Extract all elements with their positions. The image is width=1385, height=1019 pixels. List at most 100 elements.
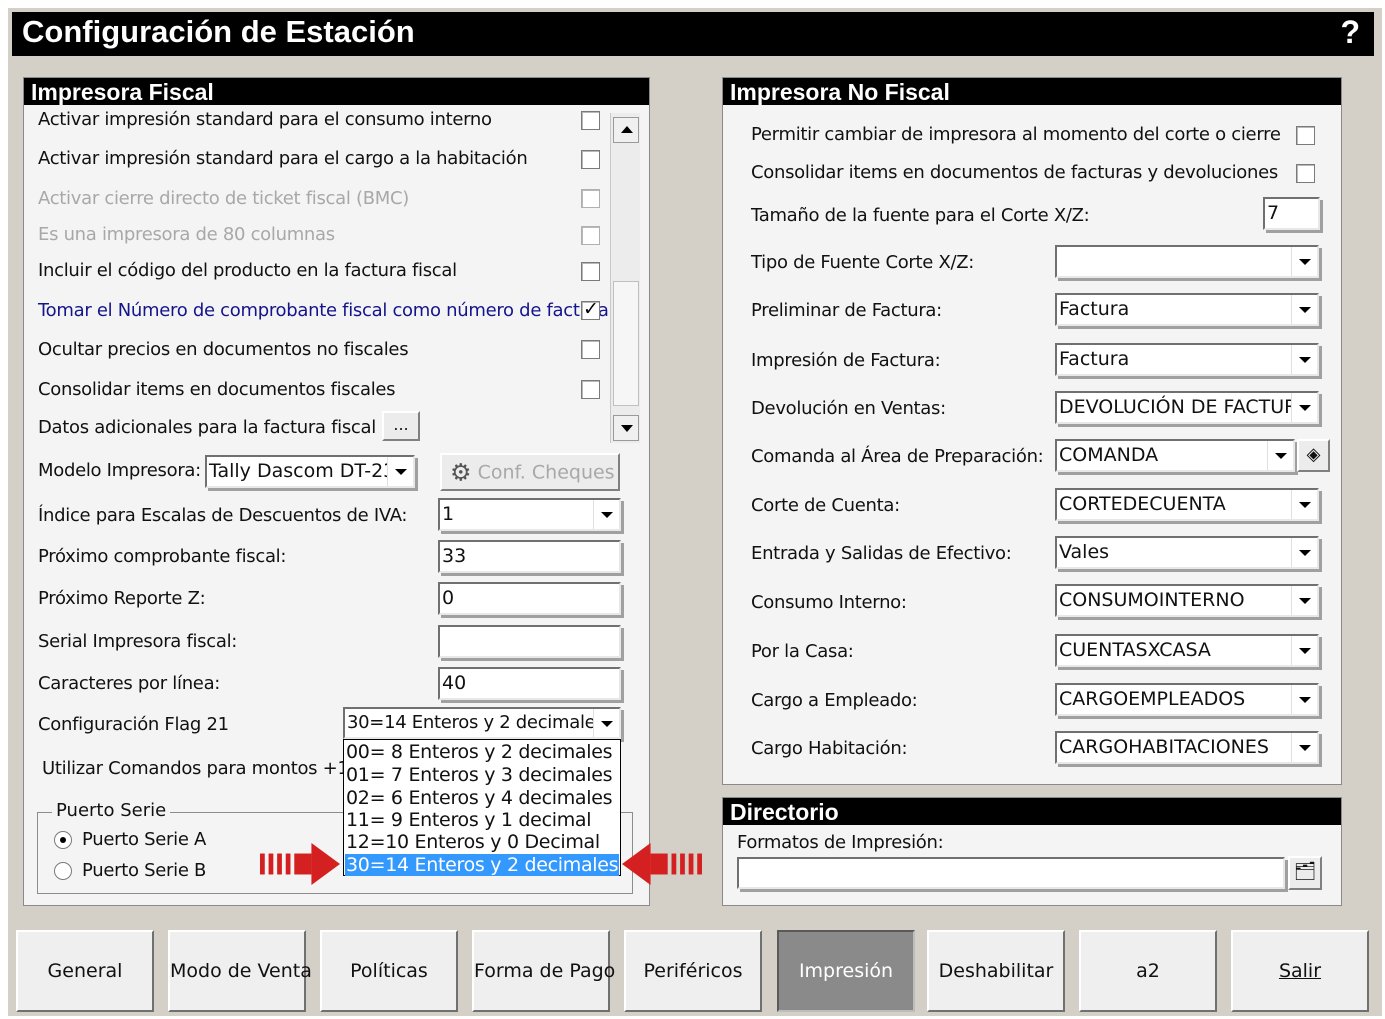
caracteres-linea-value: 40 [442,672,467,694]
consolidar-nofiscal-checkbox[interactable] [1296,164,1315,183]
chevron-down-icon[interactable] [1291,685,1317,714]
chevron-down-icon[interactable] [1291,295,1317,324]
consumo-interno-value: CONSUMOINTERNO [1059,589,1245,611]
chevron-down-icon[interactable] [1291,538,1317,567]
devolucion-ventas-select[interactable]: DEVOLUCIÓN DE FACTUR [1055,391,1319,424]
nonfiscal-printer-panel: Impresora No Fiscal [722,77,1342,785]
entrada-salidas-label: Entrada y Salidas de Efectivo: [751,543,1012,564]
chevron-down-icon[interactable] [1291,490,1317,519]
preliminar-factura-select[interactable]: Factura [1055,293,1319,326]
cargo-habitacion-label: Cargo Habitación: [751,738,908,759]
impresion-factura-value: Factura [1059,348,1130,370]
fiscal-list-scrollbar[interactable] [610,113,640,443]
chevron-down-icon[interactable] [1291,636,1317,665]
corte-cuenta-select[interactable]: CORTEDECUENTA [1055,488,1319,521]
tipo-fuente-select[interactable] [1055,245,1319,278]
tab-a2[interactable]: a2 [1079,930,1217,1012]
flag-option[interactable]: 00= 8 Enteros y 2 decimales [346,741,613,763]
cargo-habitacion-select[interactable]: CARGOHABITACIONES [1055,731,1319,764]
check-cargo-habitacion[interactable] [581,150,600,169]
radio-puerto-b[interactable] [54,862,72,880]
check-codigo-producto[interactable] [581,262,600,281]
flag-21-select[interactable]: 30=14 Enteros y 2 decimales [343,707,621,739]
flag-option[interactable]: 02= 6 Enteros y 4 decimales [346,787,613,809]
comanda-diamond-button[interactable]: ◈ [1297,439,1330,472]
check-numero-comprobante[interactable]: ✓ [581,298,600,320]
chevron-down-icon[interactable] [1267,441,1293,470]
flag-option[interactable]: 12=10 Enteros y 0 Decimal [346,831,600,853]
fiscal-options-list[interactable]: Activar impresión standard para el consu… [24,105,649,445]
tab-forma-de-pago[interactable]: Forma de Pago [472,930,615,1012]
chevron-down-icon[interactable] [1291,586,1317,615]
help-button[interactable]: ? [1340,14,1360,51]
preliminar-factura-label: Preliminar de Factura: [751,300,942,321]
flag-21-dropdown-list[interactable]: 00= 8 Enteros y 2 decimales 01= 7 Entero… [343,739,621,876]
indice-iva-select[interactable]: 1 [438,498,621,531]
check-label-80-columnas: Es una impresora de 80 columnas [38,224,335,245]
impresion-factura-select[interactable]: Factura [1055,343,1319,376]
flag-21-value: 30=14 Enteros y 2 decimales [347,712,605,733]
arrow-right-icon [260,843,340,885]
radio-puerto-a[interactable] [54,831,72,849]
tab-politicas[interactable]: Políticas [320,930,458,1012]
caracteres-linea-label: Caracteres por línea: [38,673,221,694]
chevron-down-icon[interactable] [1291,345,1317,374]
chevron-down-icon[interactable] [1291,247,1317,276]
comanda-select[interactable]: COMANDA [1055,439,1295,472]
font-size-value: 7 [1267,202,1280,224]
check-consumo-interno[interactable] [581,111,600,130]
diamond-arrow-icon: ◈ [1306,444,1321,465]
proximo-reporte-z-input[interactable]: 0 [438,582,621,615]
tab-general[interactable]: General [16,930,154,1012]
conf-cheques-button[interactable]: ⚙ Conf. Cheques [440,453,620,491]
por-la-casa-select[interactable]: CUENTASXCASA [1055,634,1319,667]
flag-21-label: Configuración Flag 21 [38,714,229,735]
scroll-up-icon[interactable] [613,117,639,143]
chevron-down-icon[interactable] [1291,393,1317,422]
proximo-comprobante-input[interactable]: 33 [438,540,621,573]
cargo-empleado-select[interactable]: CARGOEMPLEADOS [1055,683,1319,716]
tab-salir[interactable]: Salir [1231,930,1369,1012]
check-80-columnas[interactable] [581,226,600,245]
check-cierre-bmc[interactable] [581,189,600,208]
chevron-down-icon[interactable] [1291,733,1317,762]
flag-option[interactable]: 01= 7 Enteros y 3 decimales [346,764,613,786]
formatos-impresion-input[interactable] [737,857,1285,889]
check-consolidar-fiscales[interactable] [581,380,600,399]
tab-perifericos[interactable]: Periféricos [624,930,762,1012]
puerto-a-label: Puerto Serie A [82,829,207,850]
impresion-factura-label: Impresión de Factura: [751,350,941,371]
utilizar-comandos-label: Utilizar Comandos para montos +100 [42,758,371,779]
scroll-thumb[interactable] [613,281,639,406]
modelo-impresora-select[interactable]: Tally Dascom DT-230 [205,455,415,488]
check-ocultar-precios[interactable] [581,340,600,359]
formatos-impresion-label: Formatos de Impresión: [737,832,944,853]
flag-option[interactable]: 11= 9 Enteros y 1 decimal [346,809,592,831]
proximo-comprobante-value: 33 [442,545,467,567]
scroll-down-icon[interactable] [613,415,639,441]
modelo-impresora-label: Modelo Impresora: [38,460,201,481]
tab-modo-de-venta[interactable]: Modo de Venta [168,930,312,1012]
permitir-cambiar-checkbox[interactable] [1296,126,1315,145]
chevron-down-icon[interactable] [387,457,413,486]
consumo-interno-select[interactable]: CONSUMOINTERNO [1055,584,1319,617]
comanda-label: Comanda al Área de Preparación: [751,446,1044,467]
flag-option-selected[interactable]: 30=14 Enteros y 2 decimales [345,854,619,876]
permitir-cambiar-label: Permitir cambiar de impresora al momento… [751,124,1281,145]
proximo-reporte-z-label: Próximo Reporte Z: [38,588,206,609]
tab-deshabilitar[interactable]: Deshabilitar [927,930,1065,1012]
tab-impresion[interactable]: Impresión [777,930,915,1012]
datos-adicionales-button[interactable]: ... [382,411,420,441]
comanda-value: COMANDA [1059,444,1159,466]
chevron-down-icon[interactable] [593,709,619,737]
browse-folder-button[interactable]: 🗂 [1288,856,1322,890]
check-label-cargo-habitacion: Activar impresión standard para el cargo… [38,148,528,169]
caracteres-linea-input[interactable]: 40 [438,667,621,700]
consumo-interno-label: Consumo Interno: [751,592,907,613]
font-size-input[interactable]: 7 [1263,197,1320,230]
proximo-reporte-z-value: 0 [442,587,455,609]
chevron-down-icon[interactable] [593,500,619,529]
por-la-casa-value: CUENTASXCASA [1059,639,1211,661]
entrada-salidas-select[interactable]: Vales [1055,536,1319,569]
serial-impresora-input[interactable] [438,625,621,658]
